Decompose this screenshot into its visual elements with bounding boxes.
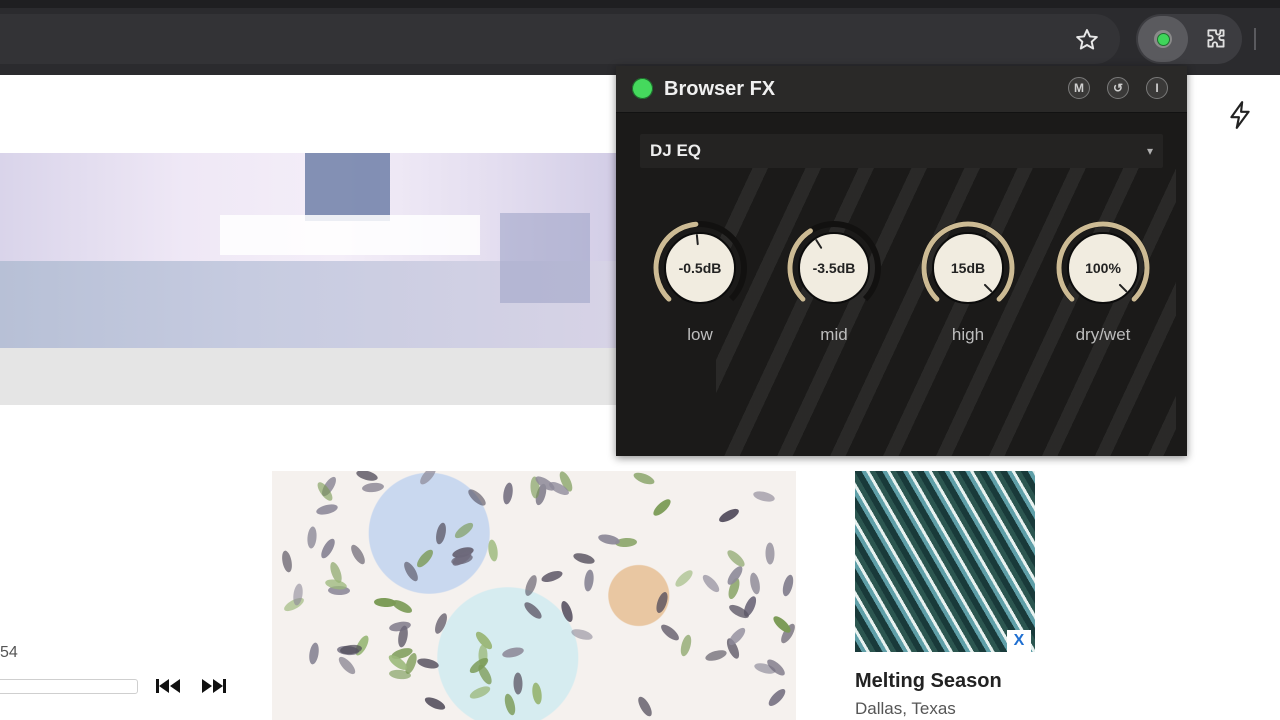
browser-fx-extension-icon[interactable] — [1138, 16, 1188, 62]
album-title[interactable]: Melting Season — [855, 670, 1002, 693]
leaf-shape — [468, 684, 492, 702]
leaf-shape — [417, 471, 439, 487]
power-toggle[interactable] — [632, 78, 653, 99]
knob-low[interactable]: -0.5dB — [650, 218, 750, 318]
leaf-shape — [658, 621, 682, 643]
address-bar[interactable] — [0, 14, 1120, 64]
leaf-shape — [501, 482, 514, 506]
leaf-shape — [414, 547, 436, 570]
info-button[interactable]: I — [1146, 77, 1168, 99]
leaf-shape — [306, 525, 318, 549]
leaf-shape — [654, 590, 670, 614]
leaf-shape — [452, 520, 476, 542]
skip-next-icon[interactable] — [198, 675, 230, 697]
leaf-shape — [513, 672, 523, 695]
leaf-shape — [315, 502, 340, 517]
album-thumbnail[interactable] — [855, 471, 1035, 652]
leaf-shape — [678, 633, 694, 658]
leaf-shape — [318, 536, 338, 561]
track-time: 54 — [0, 644, 18, 661]
leaf-shape — [280, 550, 294, 574]
knob-high[interactable]: 15dB — [918, 218, 1018, 318]
popup-header: Browser FX M ↺ I — [616, 66, 1187, 113]
leaf-shape — [433, 522, 448, 546]
puzzle-piece-icon[interactable] — [1196, 19, 1236, 59]
leaf-shape — [558, 599, 575, 624]
leaf-shape — [570, 626, 594, 642]
leaf-shape — [724, 547, 748, 569]
leaf-shape — [361, 481, 385, 494]
leaf-shape — [348, 542, 368, 567]
banner-image[interactable] — [0, 153, 616, 348]
leaf-shape — [336, 654, 358, 677]
leaf-shape — [635, 694, 654, 719]
reset-button[interactable]: ↺ — [1107, 77, 1129, 99]
album-art-image[interactable] — [272, 471, 796, 720]
popup-title: Browser FX — [664, 78, 776, 100]
chevron-down-icon: ▾ — [1146, 144, 1153, 158]
leaf-shape — [416, 656, 440, 670]
leaf-shape — [572, 550, 596, 566]
leaf-shape — [501, 645, 525, 660]
leaf-shape — [465, 486, 489, 508]
star-icon[interactable] — [1066, 19, 1108, 61]
leaf-shape — [423, 694, 448, 712]
mute-button[interactable]: M — [1068, 77, 1090, 99]
leaf-shape — [780, 573, 796, 597]
browser-toolbar — [0, 0, 1280, 75]
leaf-shape — [699, 572, 722, 595]
close-icon[interactable]: X — [1007, 630, 1031, 652]
leaf-shape — [726, 625, 749, 648]
knob-high-label: high — [951, 325, 985, 344]
leaf-shape — [307, 641, 321, 666]
leaf-shape — [650, 496, 674, 518]
album-location: Dallas, Texas — [855, 699, 956, 718]
knob-mid-value: -3.5dB — [812, 260, 856, 276]
leaf-shape — [752, 489, 776, 504]
leaf-shape — [502, 693, 517, 717]
tab-strip — [0, 0, 1280, 8]
knob-dry-wet[interactable]: 100% — [1053, 218, 1153, 318]
knob-low-value: -0.5dB — [678, 260, 722, 276]
leaf-shape — [703, 648, 728, 664]
knob-mid-label: mid — [820, 325, 848, 344]
leaf-shape — [521, 599, 545, 621]
browser-fx-popup: Browser FX M ↺ I DJ EQ ▾ -0.5dB low -3.5… — [616, 66, 1187, 456]
banner-bar — [0, 348, 616, 405]
leaf-shape — [672, 567, 696, 590]
knob-low-label: low — [687, 325, 713, 344]
skip-previous-icon[interactable] — [152, 675, 184, 697]
leaf-shape — [583, 569, 595, 593]
leaf-shape — [765, 542, 775, 565]
leaf-shape — [373, 597, 397, 608]
preset-value: DJ EQ — [650, 141, 702, 160]
leaf-shape — [717, 506, 741, 525]
progress-bar[interactable] — [0, 679, 138, 694]
leaf-shape — [487, 538, 500, 562]
leaf-shape — [355, 471, 379, 483]
toolbar-divider — [1254, 28, 1256, 50]
leaf-shape — [540, 568, 565, 585]
leaf-shape — [765, 686, 788, 709]
leaf-shape — [531, 681, 544, 705]
preset-select[interactable]: DJ EQ ▾ — [640, 134, 1163, 168]
leaf-shape — [523, 573, 540, 598]
knob-high-value: 15dB — [950, 260, 986, 276]
leaf-shape — [432, 611, 450, 636]
leaf-shape — [747, 571, 762, 596]
leaf-shape — [388, 619, 412, 633]
knob-dry-wet-value: 100% — [1085, 260, 1121, 276]
leaf-shape — [631, 471, 656, 487]
knob-dry-wet-label: dry/wet — [1075, 325, 1131, 344]
knob-mid[interactable]: -3.5dB — [784, 218, 884, 318]
lightning-bolt-icon[interactable] — [1222, 97, 1258, 133]
